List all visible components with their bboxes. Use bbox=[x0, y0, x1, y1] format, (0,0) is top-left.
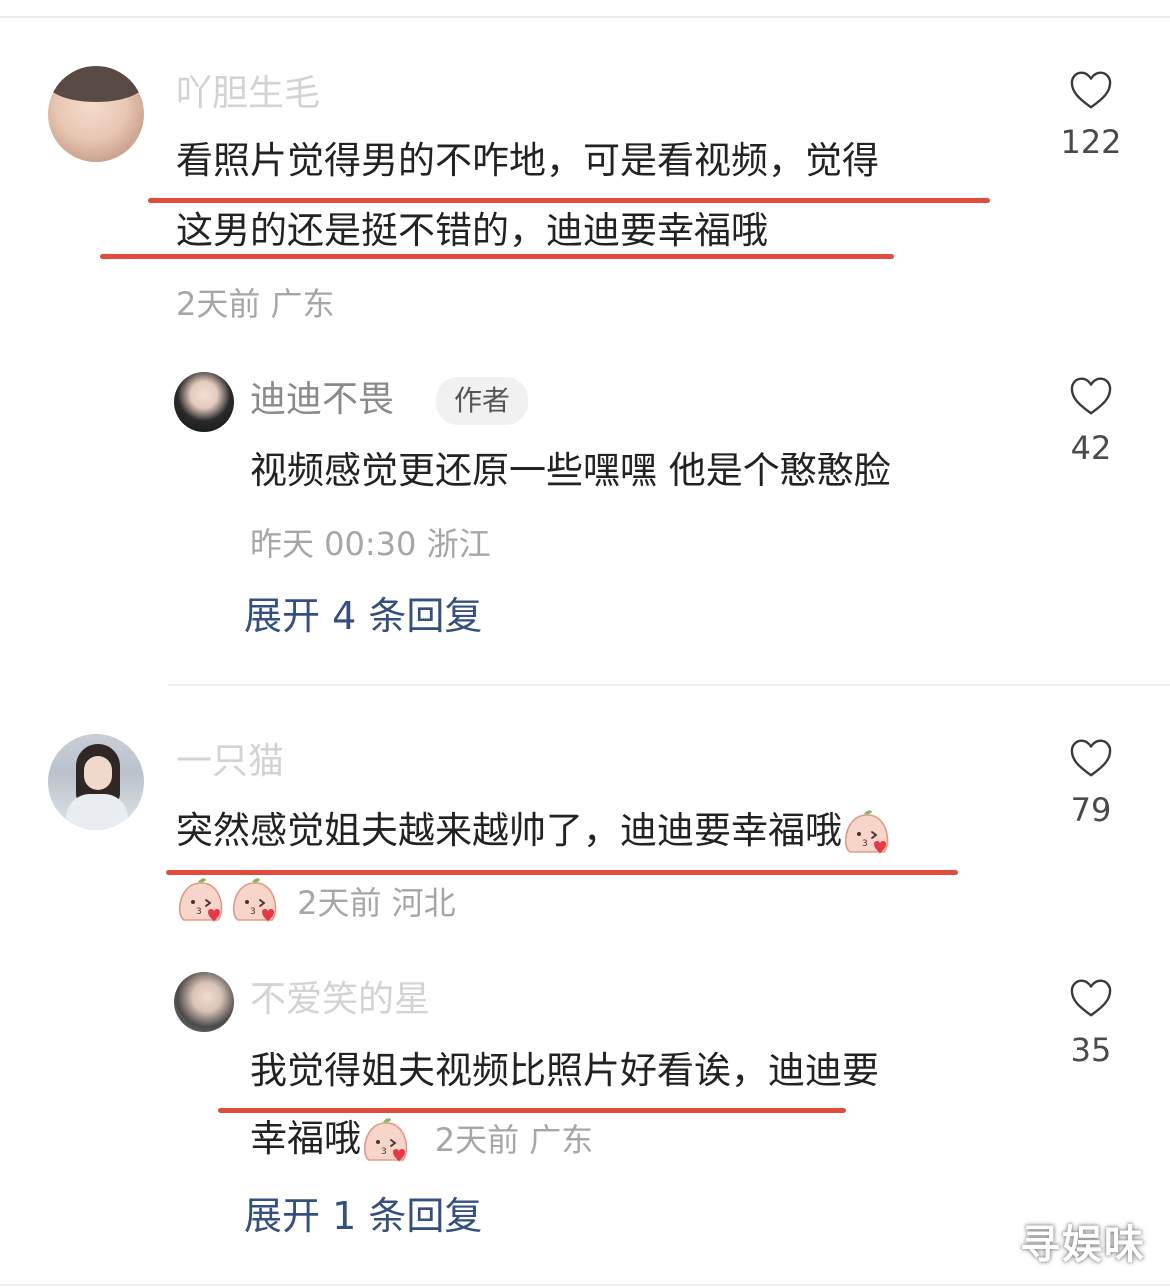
highlight-underline bbox=[100, 254, 894, 259]
comment-meta: 2天前 河北 bbox=[297, 884, 456, 922]
kiss-emoji-icon bbox=[176, 876, 226, 926]
like-button[interactable]: 122 bbox=[1036, 70, 1146, 162]
comment-meta: 2天前 广东 bbox=[176, 285, 335, 323]
reply-text-line: 幸福哦 2天前 广东 bbox=[250, 1104, 593, 1175]
avatar[interactable] bbox=[48, 734, 144, 830]
like-button[interactable]: 35 bbox=[1036, 978, 1146, 1070]
reply-meta: 2天前 广东 bbox=[434, 1121, 594, 1159]
reply-text: 视频感觉更还原一些嘿嘿 他是个憨憨脸 bbox=[250, 449, 891, 492]
reply-meta: 昨天 00:30 浙江 bbox=[250, 525, 491, 563]
bottom-divider bbox=[0, 1284, 1170, 1286]
comment-text-line: 看照片觉得男的不咋地，可是看视频，觉得 bbox=[176, 139, 879, 182]
heart-icon bbox=[1069, 738, 1113, 778]
heart-icon bbox=[1069, 70, 1113, 110]
like-count: 35 bbox=[1070, 1031, 1112, 1069]
comment-text-line: 突然感觉姐夫越来越帅了，迪迪要幸福哦 bbox=[176, 796, 892, 866]
avatar-hair bbox=[48, 66, 144, 102]
heart-icon bbox=[1069, 978, 1113, 1018]
like-button[interactable]: 42 bbox=[1036, 376, 1146, 468]
avatar-face bbox=[84, 756, 112, 790]
avatar[interactable] bbox=[174, 972, 234, 1032]
expand-replies-link[interactable]: 展开 4 条回复 bbox=[244, 592, 482, 640]
kiss-emoji-icon bbox=[842, 808, 892, 858]
kiss-emoji-icon bbox=[361, 1116, 411, 1166]
like-count: 79 bbox=[1070, 791, 1112, 829]
avatar-body bbox=[66, 794, 128, 830]
author-badge: 作者 bbox=[436, 377, 529, 425]
comment-divider bbox=[168, 684, 1170, 686]
comment-username[interactable]: 一只猫 bbox=[176, 740, 284, 784]
comment-text-content: 突然感觉姐夫越来越帅了，迪迪要幸福哦 bbox=[176, 809, 842, 852]
expand-replies-link[interactable]: 展开 1 条回复 bbox=[244, 1192, 482, 1240]
highlight-underline bbox=[166, 870, 958, 875]
comment-meta-row: 2天前 河北 bbox=[176, 876, 456, 926]
reply-text-line: 我觉得姐夫视频比照片好看诶，迪迪要 bbox=[250, 1049, 879, 1092]
avatar[interactable] bbox=[48, 66, 144, 162]
like-count: 42 bbox=[1070, 429, 1112, 467]
like-count: 122 bbox=[1060, 123, 1122, 161]
comment-username[interactable]: 吖胆生毛 bbox=[176, 72, 320, 116]
kiss-emoji-icon bbox=[230, 876, 280, 926]
reply-text-content: 幸福哦 bbox=[250, 1117, 361, 1160]
watermark: 寻娱味 bbox=[1020, 1222, 1146, 1268]
top-divider bbox=[0, 16, 1170, 18]
heart-icon bbox=[1069, 376, 1113, 416]
like-button[interactable]: 79 bbox=[1036, 738, 1146, 830]
reply-username[interactable]: 不爱笑的星 bbox=[250, 978, 430, 1022]
reply-username[interactable]: 迪迪不畏 bbox=[250, 378, 394, 422]
avatar[interactable] bbox=[174, 372, 234, 432]
